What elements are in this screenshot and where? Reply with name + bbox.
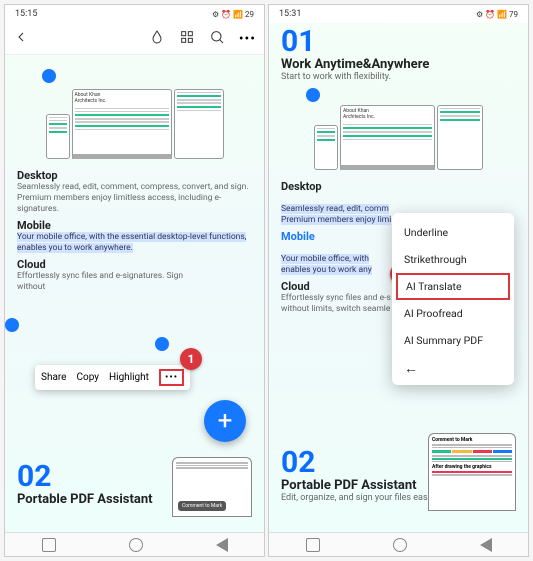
device-phone [314,125,338,170]
status-time: 15:31 [279,9,301,19]
status-bar: 15:15 ⚙ ⏰ 📶 29 [5,5,264,23]
decoration-dot [42,69,56,83]
device-tablet [437,105,483,170]
document-content: About KhanArchitects Inc. Desktop Seamle… [5,55,264,532]
highlight-button[interactable]: Highlight [109,372,149,383]
nav-home[interactable] [393,538,407,552]
devices-illustration: About KhanArchitects Inc. [17,69,252,159]
top-toolbar: ••• [5,23,264,55]
preview-heading: Comment to Mark [432,437,512,443]
menu-underline[interactable]: Underline [392,219,514,246]
android-nav-bar [5,532,264,556]
device-tablet [174,89,224,159]
devices-illustration: About KhanArchitects Inc. [281,88,516,170]
context-menu: Underline Strikethrough AI Translate AI … [392,213,514,385]
mobile-heading: Mobile [17,219,252,232]
desktop-body: Seamlessly read, edit, comment, compress… [17,182,252,215]
section-02: 02 Portable PDF Assistant Comment to Mar… [17,462,252,507]
preview-text: After drawing the graphics [432,464,512,470]
menu-ai-summary[interactable]: AI Summary PDF [392,327,514,354]
share-button[interactable]: Share [41,372,66,383]
preview-comment: Comment to Mark [178,501,226,511]
mobile-body: Your mobile office, with the essential d… [17,232,252,254]
step-badge-1: 1 [180,348,202,370]
menu-strikethrough[interactable]: Strikethrough [392,246,514,273]
android-nav-bar [269,532,528,556]
device-phone [46,114,70,159]
fab-add-button[interactable]: + [204,400,246,442]
more-button[interactable]: ••• [159,369,184,386]
device-laptop: About KhanArchitects Inc. [72,89,172,159]
section-02: 02 Portable PDF Assistant Edit, organize… [281,448,516,507]
section-title-01: Work Anytime&Anywhere [281,57,516,72]
menu-back[interactable]: ← [392,354,514,379]
right-phone: 15:31 ⚙ ⏰ 📶 79 01 Work Anytime&Anywhere … [268,4,529,557]
search-icon[interactable] [209,29,225,49]
document-content: 01 Work Anytime&Anywhere Start to work w… [269,23,528,532]
status-icons: ⚙ ⏰ 📶 79 [476,10,518,19]
menu-ai-proofread[interactable]: AI Proofread [392,300,514,327]
status-time: 15:15 [15,9,37,19]
nav-back[interactable] [480,538,492,552]
selection-handle-start[interactable] [5,318,19,332]
left-phone: 15:15 ⚙ ⏰ 📶 29 ••• About KhanArchitects … [4,4,265,557]
nav-home[interactable] [129,538,143,552]
status-icons: ⚙ ⏰ 📶 29 [212,10,254,19]
back-icon[interactable] [13,29,29,49]
selected-text[interactable]: Your mobile office, with the essential d… [17,232,246,253]
more-icon[interactable]: ••• [239,31,256,47]
decoration-dot [306,88,320,102]
selection-handle-end[interactable] [155,337,169,351]
desktop-heading: Desktop [17,169,252,182]
cloud-heading: Cloud [17,258,252,271]
device-laptop: About KhanArchitects Inc. [340,105,435,170]
section-sub-01: Start to work with flexibility. [281,72,516,82]
section-number-01: 01 [281,27,516,57]
phone-preview: Comment to Mark [172,457,252,517]
cloud-body: Effortlessly sync files and e-signatures… [17,271,252,293]
desktop-heading: Desktop [281,180,516,193]
menu-ai-translate[interactable]: AI Translate [396,273,510,300]
nav-back[interactable] [216,538,228,552]
text-selection-popup: Share Copy Highlight ••• [35,365,190,390]
phone-preview: Comment to Mark After drawing the graphi… [428,433,516,511]
copy-button[interactable]: Copy [76,372,99,383]
status-bar: 15:31 ⚙ ⏰ 📶 79 [269,5,528,23]
drop-icon[interactable] [149,29,165,49]
nav-recent[interactable] [306,538,320,552]
nav-recent[interactable] [42,538,56,552]
grid-icon[interactable] [179,29,195,49]
